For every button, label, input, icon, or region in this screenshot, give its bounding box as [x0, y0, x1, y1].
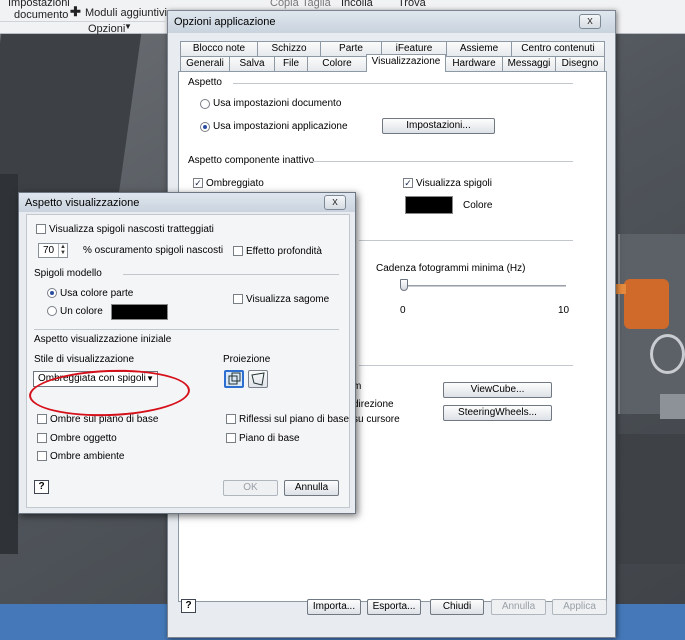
appearance-section-title: Aspetto: [188, 77, 222, 88]
ribbon-addins-button[interactable]: Moduli aggiuntivi: [85, 7, 167, 19]
show-edges-label: Visualizza spigoli: [416, 178, 492, 189]
dimming-label: % oscuramento spigoli nascosti: [83, 245, 224, 256]
use-application-settings-label: Usa impostazioni applicazione: [213, 121, 348, 132]
use-document-settings-radio[interactable]: [200, 99, 210, 109]
export-button[interactable]: Esporta...: [367, 599, 421, 615]
tab-save[interactable]: Salva: [229, 56, 275, 71]
ground-reflections-checkbox[interactable]: [226, 414, 236, 424]
front-dialog-title: Aspetto visualizzazione: [25, 197, 140, 209]
use-document-settings-label: Usa impostazioni documento: [213, 98, 342, 109]
tab-file[interactable]: File: [274, 56, 308, 71]
tab-hardware[interactable]: Hardware: [445, 56, 503, 71]
dropdown-arrow-icon[interactable]: ▼: [146, 372, 154, 386]
tab-sketch[interactable]: Schizzo: [257, 41, 321, 56]
front-cancel-button[interactable]: Annulla: [284, 480, 339, 496]
hidden-edges-label: Visualizza spigoli nascosti tratteggiati: [49, 224, 214, 235]
tab-messages[interactable]: Messaggi: [502, 56, 556, 71]
display-appearance-dialog: Aspetto visualizzazione x Visualizza spi…: [18, 192, 356, 514]
display-style-select[interactable]: Ombreggiata con spigoli ▼: [33, 371, 158, 387]
chevron-down-icon[interactable]: ▼: [124, 22, 132, 31]
frame-rate-max-label: 10: [558, 305, 570, 316]
title-bar: Opzioni applicazione x: [168, 11, 615, 33]
viewcube-button[interactable]: ViewCube...: [443, 382, 552, 398]
shaded-label: Ombreggiato: [206, 178, 264, 189]
edge-color-swatch[interactable]: [111, 304, 168, 320]
partial-option-label-2: direzione: [353, 399, 394, 410]
tab-general[interactable]: Generali: [180, 56, 230, 71]
one-color-label: Un colore: [60, 306, 103, 317]
object-shadows-label: Ombre oggetto: [50, 433, 117, 444]
tab-color[interactable]: Colore: [307, 56, 367, 71]
show-silhouette-label: Visualizza sagome: [246, 294, 330, 305]
ribbon-paste[interactable]: Incolla: [341, 0, 373, 9]
depth-effect-checkbox[interactable]: [233, 246, 243, 256]
import-button[interactable]: Importa...: [307, 599, 361, 615]
tab-display[interactable]: Visualizzazione: [366, 54, 446, 72]
frame-rate-slider-thumb[interactable]: [400, 279, 408, 291]
ribbon-cut[interactable]: Taglia: [302, 0, 331, 9]
dimming-spinner[interactable]: 70 ▲ ▼: [38, 243, 68, 258]
close-icon[interactable]: x: [579, 14, 601, 29]
hidden-edges-checkbox[interactable]: [36, 224, 46, 234]
ground-shadows-checkbox[interactable]: [37, 414, 47, 424]
projection-label: Proiezione: [223, 354, 271, 365]
tab-assembly[interactable]: Assieme: [446, 41, 512, 56]
close-button[interactable]: Chiudi: [430, 599, 484, 615]
ribbon-doc-settings-label-2[interactable]: documento: [14, 9, 68, 21]
use-application-settings-radio[interactable]: [200, 122, 210, 132]
ok-button[interactable]: OK: [223, 480, 278, 496]
spinner-arrows-icon[interactable]: ▲ ▼: [58, 244, 67, 257]
ground-plane-label: Piano di base: [239, 433, 300, 444]
appearance-settings-button[interactable]: Impostazioni...: [382, 118, 495, 134]
inactive-color-swatch[interactable]: [405, 196, 453, 214]
ambient-shadows-label: Ombre ambiente: [50, 451, 125, 462]
tab-content-center[interactable]: Centro contenuti: [511, 41, 605, 56]
show-silhouette-checkbox[interactable]: [233, 294, 243, 304]
display-style-label: Stile di visualizzazione: [34, 354, 135, 365]
initial-appearance-section-title: Aspetto visualizzazione iniziale: [34, 334, 172, 345]
partial-option-label-3: su cursore: [353, 414, 400, 425]
frame-rate-slider-track[interactable]: [400, 285, 566, 287]
ground-reflections-label: Riflessi sul piano di base: [239, 414, 350, 425]
front-dialog-body: Visualizza spigoli nascosti tratteggiati…: [26, 214, 350, 508]
dimming-value: 70: [43, 245, 55, 256]
plus-icon: ✚: [70, 4, 81, 19]
cancel-button-main[interactable]: Annulla: [491, 599, 546, 615]
part-color-radio[interactable]: [47, 288, 57, 298]
ribbon-find[interactable]: Trova: [398, 0, 426, 9]
front-close-icon[interactable]: x: [324, 195, 346, 210]
tab-drawing[interactable]: Disegno: [555, 56, 605, 71]
display-style-value: Ombreggiata con spigoli: [38, 373, 146, 384]
inactive-appearance-section-title: Aspetto componente inattivo: [188, 155, 315, 166]
dialog-title: Opzioni applicazione: [174, 16, 276, 28]
shaded-checkbox[interactable]: ✓: [193, 178, 203, 188]
orthographic-projection-icon[interactable]: [224, 370, 244, 388]
part-color-label: Usa colore parte: [60, 288, 134, 299]
front-help-icon[interactable]: ?: [34, 480, 49, 494]
one-color-radio[interactable]: [47, 306, 57, 316]
apply-button[interactable]: Applica: [552, 599, 607, 615]
object-shadows-checkbox[interactable]: [37, 433, 47, 443]
perspective-projection-icon[interactable]: [248, 370, 268, 388]
ground-plane-checkbox[interactable]: [226, 433, 236, 443]
frame-rate-label: Cadenza fotogrammi minima (Hz): [376, 263, 526, 274]
steeringwheels-button[interactable]: SteeringWheels...: [443, 405, 552, 421]
front-title-bar: Aspetto visualizzazione x: [19, 193, 355, 212]
inactive-color-label: Colore: [463, 200, 493, 211]
model-edges-section-title: Spigoli modello: [34, 268, 102, 279]
depth-effect-label: Effetto profondità: [246, 246, 322, 257]
ribbon-copy[interactable]: Copia: [270, 0, 299, 9]
ambient-shadows-checkbox[interactable]: [37, 451, 47, 461]
ground-shadows-label: Ombre sul piano di base: [50, 414, 159, 425]
show-edges-checkbox[interactable]: ✓: [403, 178, 413, 188]
help-icon[interactable]: ?: [181, 599, 196, 613]
ribbon-doc-settings-label[interactable]: Impostazioni: [8, 0, 70, 9]
tab-notebook[interactable]: Blocco note: [180, 41, 258, 56]
frame-rate-min-label: 0: [400, 305, 406, 316]
